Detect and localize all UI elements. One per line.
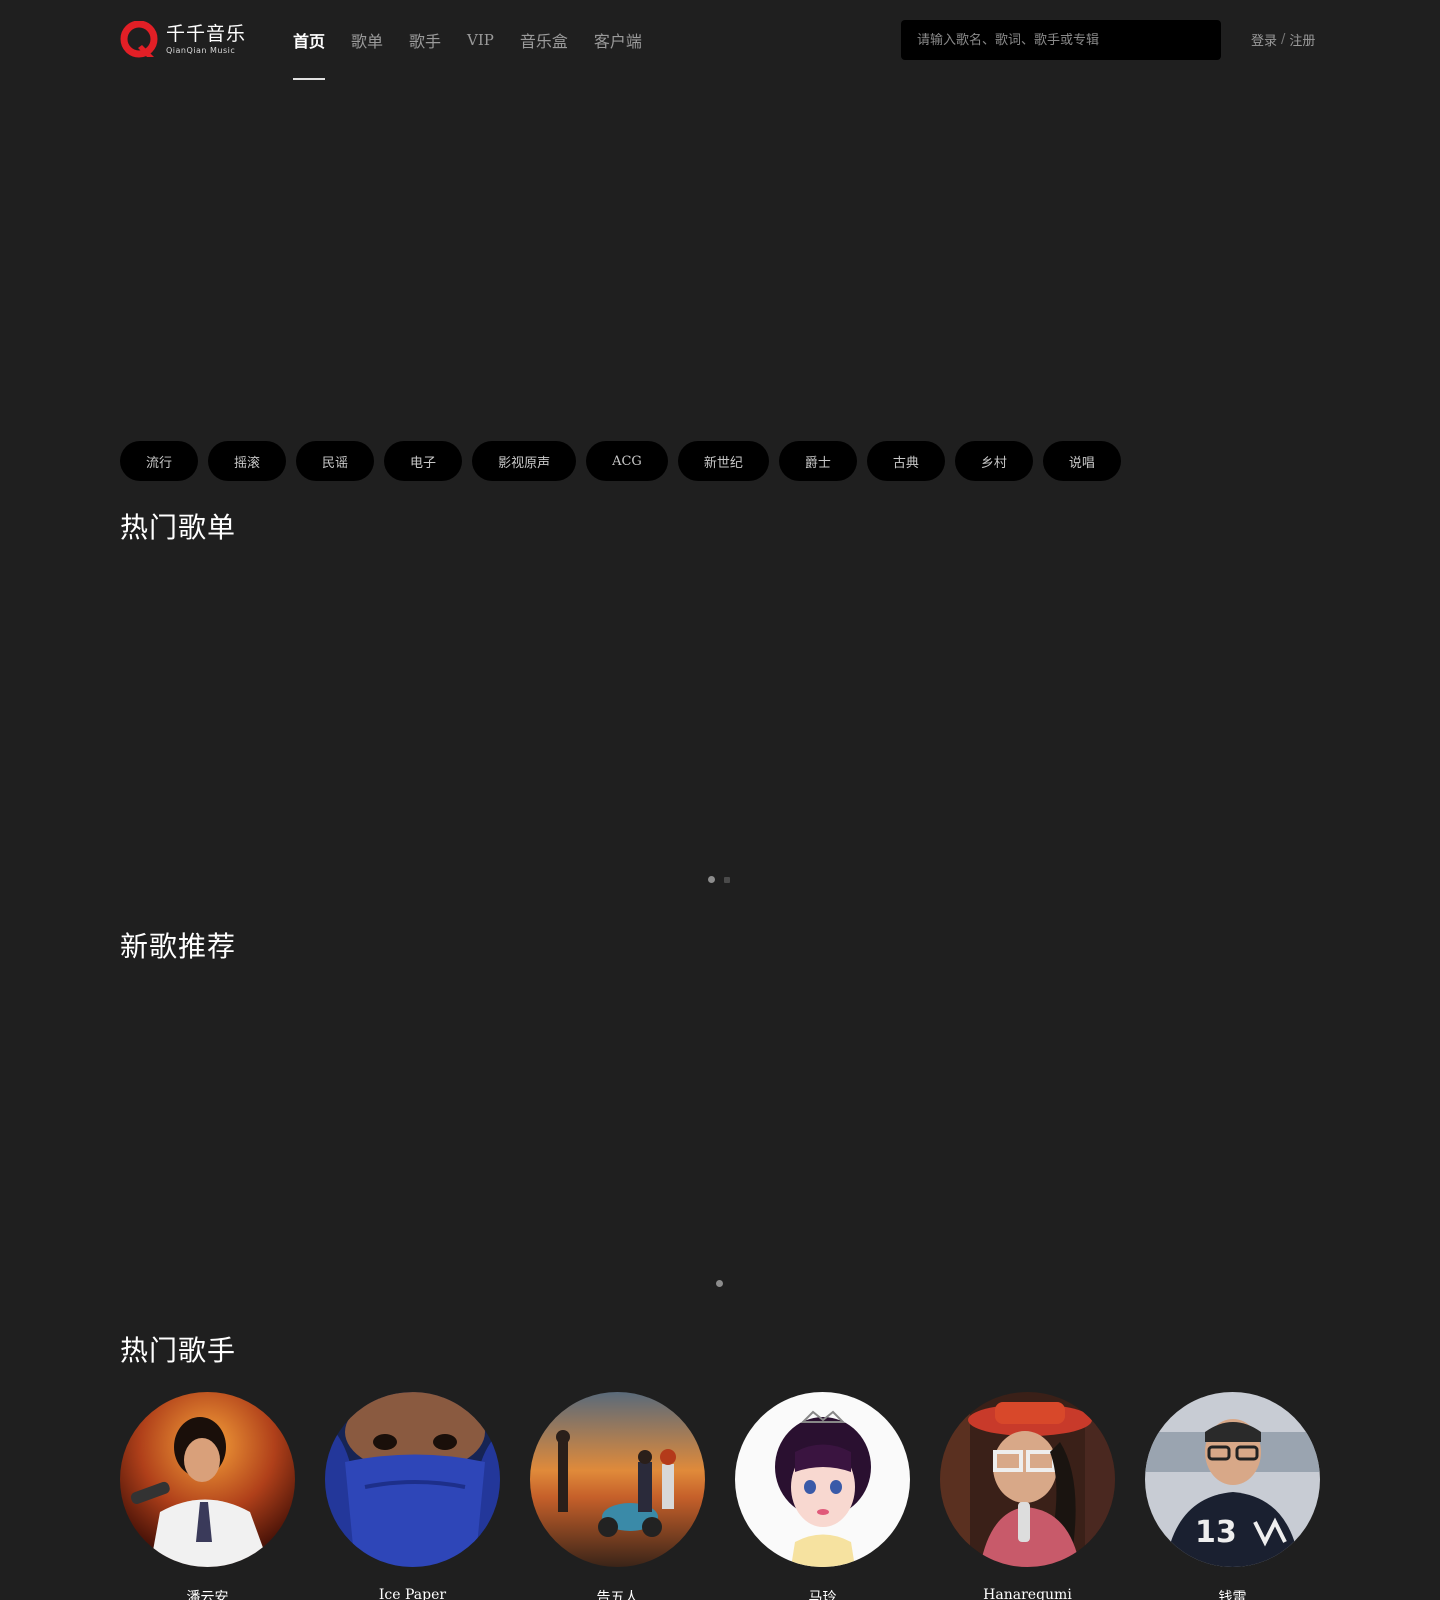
singer-name[interactable]: 钱雷 (1219, 1587, 1247, 1600)
brand-name: 千千音乐 (166, 23, 247, 45)
man-glasses-avatar[interactable]: 13 (1145, 1392, 1320, 1567)
login-link[interactable]: 登录 (1251, 30, 1277, 49)
singer-name[interactable]: 马玲 (809, 1587, 837, 1600)
main-nav: 首页 歌单 歌手 VIP 音乐盒 客户端 (293, 28, 668, 80)
carousel-dot-active[interactable] (716, 1280, 723, 1287)
nav-home[interactable]: 首页 (293, 28, 326, 80)
singer-name[interactable]: Ice Paper (379, 1587, 446, 1600)
playlists-carousel-dots (708, 876, 739, 883)
logo[interactable]: 千千音乐 QianQian Music (120, 20, 246, 59)
nav-singers[interactable]: 歌手 (409, 28, 441, 52)
genre-pill[interactable]: 影视原声 (472, 441, 577, 481)
register-link[interactable]: 注册 (1289, 30, 1315, 49)
genre-pill[interactable]: 民谣 (296, 441, 375, 481)
genre-tags: 流行 摇滚 民谣 电子 影视原声 ACG 新世纪 爵士 古典 乡村 说唱 (120, 441, 1131, 481)
section-title-hot-playlists: 热门歌单 (120, 511, 237, 544)
singer-card[interactable]: Ice Paper (325, 1392, 500, 1600)
qianqian-logo-icon (120, 20, 158, 59)
red-hat-glasses-avatar[interactable] (940, 1392, 1115, 1567)
singer-name[interactable]: 告五人 (597, 1587, 639, 1600)
genre-pill[interactable]: ACG (586, 441, 668, 481)
singer-card[interactable]: 潘云安 (120, 1392, 295, 1600)
nav-client[interactable]: 客户端 (594, 28, 642, 52)
nav-vip[interactable]: VIP (467, 31, 494, 49)
auth-links: 登录 / 注册 (1251, 30, 1315, 49)
genre-pill[interactable]: 摇滚 (208, 441, 287, 481)
genre-pill[interactable]: 流行 (120, 441, 199, 481)
singer-card[interactable]: Hanaregumi (940, 1392, 1115, 1600)
genre-pill[interactable]: 新世纪 (677, 441, 769, 481)
carousel-dot[interactable] (724, 876, 730, 883)
search-box (901, 20, 1221, 60)
genre-pill[interactable]: 爵士 (778, 441, 857, 481)
singer-name[interactable]: 潘云安 (187, 1587, 229, 1600)
top-header: 千千音乐 QianQian Music 首页 歌单 歌手 VIP 音乐盒 客户端… (0, 0, 1440, 80)
genre-pill[interactable]: 电子 (384, 441, 463, 481)
page: 千千音乐 QianQian Music 首页 歌单 歌手 VIP 音乐盒 客户端… (0, 0, 1440, 1600)
masked-face-avatar[interactable] (325, 1392, 500, 1567)
girl-tiara-avatar[interactable] (735, 1392, 910, 1567)
auth-separator: / (1281, 32, 1286, 47)
logo-text: 千千音乐 QianQian Music (166, 25, 246, 55)
svg-text:13: 13 (1195, 1515, 1237, 1550)
search-input[interactable] (917, 32, 1221, 48)
section-title-new-songs: 新歌推荐 (120, 930, 237, 963)
section-title-hot-singers: 热门歌手 (120, 1334, 237, 1367)
band-scooter-sunset-avatar[interactable] (530, 1392, 705, 1567)
newsongs-carousel-dots (716, 1280, 732, 1287)
brand-name-en: QianQian Music (166, 46, 236, 55)
carousel-dot-active[interactable] (708, 876, 715, 883)
singer-card[interactable]: 马玲 (735, 1392, 910, 1600)
genre-pill[interactable]: 乡村 (954, 441, 1033, 481)
singer-on-stage-avatar[interactable] (120, 1392, 295, 1567)
singer-name[interactable]: Hanaregumi (983, 1587, 1072, 1600)
singer-list: 潘云安 Ice Paper 告五人 马玲 Hanaregumi 13 钱雷 (120, 1392, 1320, 1600)
singer-card[interactable]: 13 钱雷 (1145, 1392, 1320, 1600)
nav-playlists[interactable]: 歌单 (351, 28, 383, 52)
nav-music-box[interactable]: 音乐盒 (520, 28, 568, 52)
genre-pill[interactable]: 说唱 (1042, 441, 1121, 481)
genre-pill[interactable]: 古典 (866, 441, 945, 481)
singer-card[interactable]: 告五人 (530, 1392, 705, 1600)
